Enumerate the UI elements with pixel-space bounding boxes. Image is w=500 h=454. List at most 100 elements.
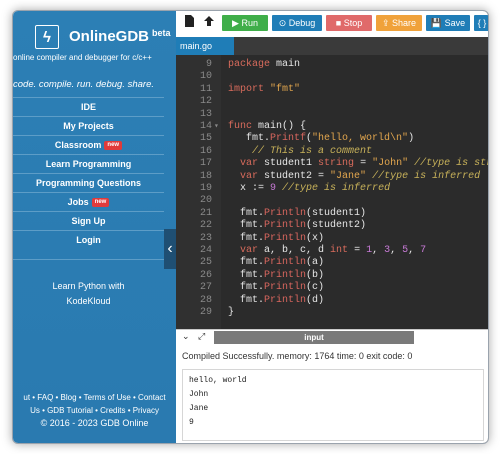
line-number: 12 [199, 96, 212, 108]
tagline: online compiler and debugger for c/c++ [13, 53, 152, 62]
sidebar-item-programming-questions[interactable]: Programming Questions [13, 173, 164, 192]
sidebar-item-my-projects[interactable]: My Projects [13, 116, 164, 135]
save-label: Save [444, 18, 466, 28]
new-badge: new [104, 141, 123, 151]
code-line: 21 fmt.Println(student1) [176, 208, 488, 220]
code-line: 18 var student2 = "Jane" //type is infer… [176, 171, 488, 183]
code-text: var student1 string = "John" //type is s… [240, 158, 488, 170]
code-line: 16 // This is a comment [176, 146, 488, 158]
sidebar-item-jobs[interactable]: Jobs new [13, 192, 164, 211]
code-text: fmt.Println(c) [228, 282, 325, 294]
run-label: Run [241, 18, 258, 28]
console-output[interactable]: hello, world John Jane 9 [182, 369, 484, 441]
braces-icon: { } [477, 18, 487, 28]
brand[interactable]: ϟ OnlineGDB beta [35, 25, 171, 53]
sidebar-item-login[interactable]: Login [13, 230, 164, 249]
console-line: John [189, 390, 209, 399]
promo-line-2: KodeKloud [66, 296, 111, 306]
brand-name-text: OnlineGDB [69, 28, 150, 45]
run-button[interactable]: ▶ Run [222, 15, 268, 31]
line-number: 14 [199, 121, 212, 132]
sub-tagline: code. compile. run. debug. share. [13, 79, 155, 90]
sidebar-item-label: Login [76, 235, 101, 245]
code-line: 17 var student1 string = "John" //type i… [176, 158, 488, 170]
chevron-left-icon: ‹ [167, 240, 173, 257]
lightning-logo-icon: ϟ [35, 25, 59, 49]
code-text: // This is a comment [252, 145, 373, 157]
code-line: 9 package main [176, 59, 488, 71]
line-number: 20 [199, 195, 212, 207]
code-line: 11 import "fmt" [176, 84, 488, 96]
line-number: 29 [199, 307, 212, 318]
code-text: package main [228, 59, 301, 70]
sidebar-item-label: IDE [80, 102, 96, 112]
expand-icon[interactable]: ⤢ [198, 331, 205, 342]
tab-main-go[interactable]: main.go [176, 37, 234, 55]
line-number: 13 [199, 108, 212, 120]
copyright: © 2016 - 2023 GDB Online [40, 418, 149, 428]
code-text: var a, b, c, d int = 1, 3, 5, 7 [240, 245, 427, 256]
sidebar-item-label: Classroom [54, 140, 102, 150]
code-text: import "fmt" [228, 83, 301, 95]
sidebar-item-ide[interactable]: IDE [13, 97, 164, 116]
promo-link[interactable]: Learn Python with KodeKloud [13, 279, 164, 309]
line-number: 26 [199, 269, 212, 281]
debug-icon: ⊙ [278, 18, 289, 28]
file-tab-bar: main.go [176, 37, 488, 55]
beautify-button[interactable]: { } [474, 15, 488, 31]
toolbar: ▶ Run ⊙ Debug ■ Stop ⇪ Share 💾 Save { } [176, 11, 488, 37]
debug-button[interactable]: ⊙ Debug [272, 15, 322, 31]
code-line: 29} [176, 307, 488, 319]
console-line: 9 [189, 418, 194, 427]
footer-links-2[interactable]: Us • GDB Tutorial • Credits • Privacy [13, 404, 176, 417]
collapse-sidebar-button[interactable]: ‹ [164, 229, 176, 269]
code-line: 26 fmt.Println(b) [176, 270, 488, 282]
line-number: 16 [199, 145, 212, 157]
sidebar-item-sign-up[interactable]: Sign Up [13, 211, 164, 230]
code-editor[interactable]: 9 package main 10 11 import "fmt" 12 13 14 ▾ func… [176, 55, 488, 329]
save-icon: 💾 [430, 18, 445, 28]
line-number: 15 [199, 133, 212, 145]
save-button[interactable]: 💾 Save [426, 15, 470, 31]
new-file-icon[interactable] [182, 15, 196, 31]
code-line: 12 [176, 96, 488, 108]
footer-links-1[interactable]: ut • FAQ • Blog • Terms of Use • Contact [13, 391, 176, 404]
output-panel: Compiled Successfully. memory: 1764 time… [176, 345, 488, 443]
sidebar-nav: IDE My Projects Classroom new Learn Progr… [13, 97, 164, 249]
stop-button[interactable]: ■ Stop [326, 15, 372, 31]
code-text: fmt.Println(d) [228, 294, 325, 306]
share-button[interactable]: ⇪ Share [376, 15, 422, 31]
line-number: 21 [199, 207, 212, 219]
code-line: 13 [176, 109, 488, 121]
sidebar-item-label: Jobs [67, 197, 89, 207]
code-line: 25 fmt.Println(a) [176, 257, 488, 269]
sidebar-item-classroom[interactable]: Classroom new [13, 135, 164, 154]
io-bar: ⌄ ⤢ input [176, 329, 488, 346]
console-line: Jane [189, 404, 209, 413]
console-line: hello, world [189, 376, 247, 385]
upload-icon[interactable] [202, 15, 216, 31]
app-window: ϟ OnlineGDB beta online compiler and debu… [12, 10, 489, 444]
sidebar-item-label: Learn Programming [45, 159, 132, 169]
code-line: 10 [176, 71, 488, 83]
promo-line-1: Learn Python with [52, 281, 125, 291]
share-icon: ⇪ [381, 18, 392, 28]
chevron-down-icon[interactable]: ⌄ [182, 331, 190, 342]
code-text: fmt.Println(student1) [228, 207, 367, 219]
code-text: fmt.Printf("hello, world\n") [228, 133, 415, 145]
tab-input[interactable]: input [214, 331, 414, 344]
code-text: fmt.Println(student2) [228, 220, 367, 232]
sidebar: ϟ OnlineGDB beta online compiler and debu… [13, 11, 176, 443]
line-number: 25 [199, 257, 212, 269]
footer: ut • FAQ • Blog • Terms of Use • Contact… [13, 391, 176, 430]
line-number: 23 [199, 232, 212, 244]
share-label: Share [392, 18, 417, 28]
code-line: 28 fmt.Println(d) [176, 295, 488, 307]
main-area: ▶ Run ⊙ Debug ■ Stop ⇪ Share 💾 Save { } … [176, 11, 488, 443]
fold-icon[interactable]: ▾ [214, 121, 219, 133]
sidebar-item-learn-programming[interactable]: Learn Programming [13, 154, 164, 173]
code-line: 22 fmt.Println(student2) [176, 220, 488, 232]
code-text: fmt.Println(x) [228, 232, 325, 244]
line-number: 27 [199, 282, 212, 294]
line-number: 24 [199, 245, 212, 256]
